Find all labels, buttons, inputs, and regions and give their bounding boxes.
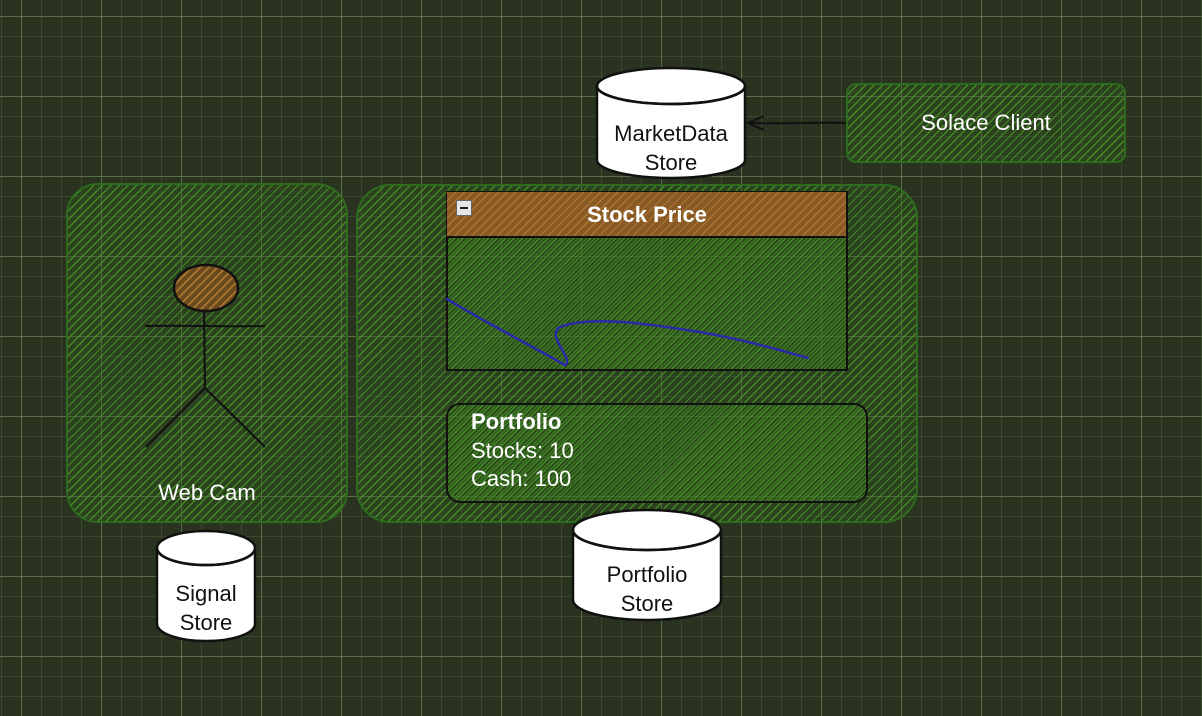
- market-data-store-label-line1: MarketData: [614, 121, 728, 146]
- stock-price-line: [445, 297, 810, 367]
- web-cam-label: Web Cam: [158, 480, 256, 505]
- signal-store-label-line1: Signal: [175, 581, 237, 606]
- portfolio-store-label-line1: Portfolio: [606, 562, 688, 587]
- portfolio-store-label-line2: Store: [620, 591, 674, 616]
- market-data-store-label-line2: Store: [644, 150, 698, 175]
- web-cam-actor-icon: [144, 263, 266, 448]
- data-flow-arrow: [745, 115, 847, 131]
- signal-store-label-line2: Store: [179, 610, 233, 635]
